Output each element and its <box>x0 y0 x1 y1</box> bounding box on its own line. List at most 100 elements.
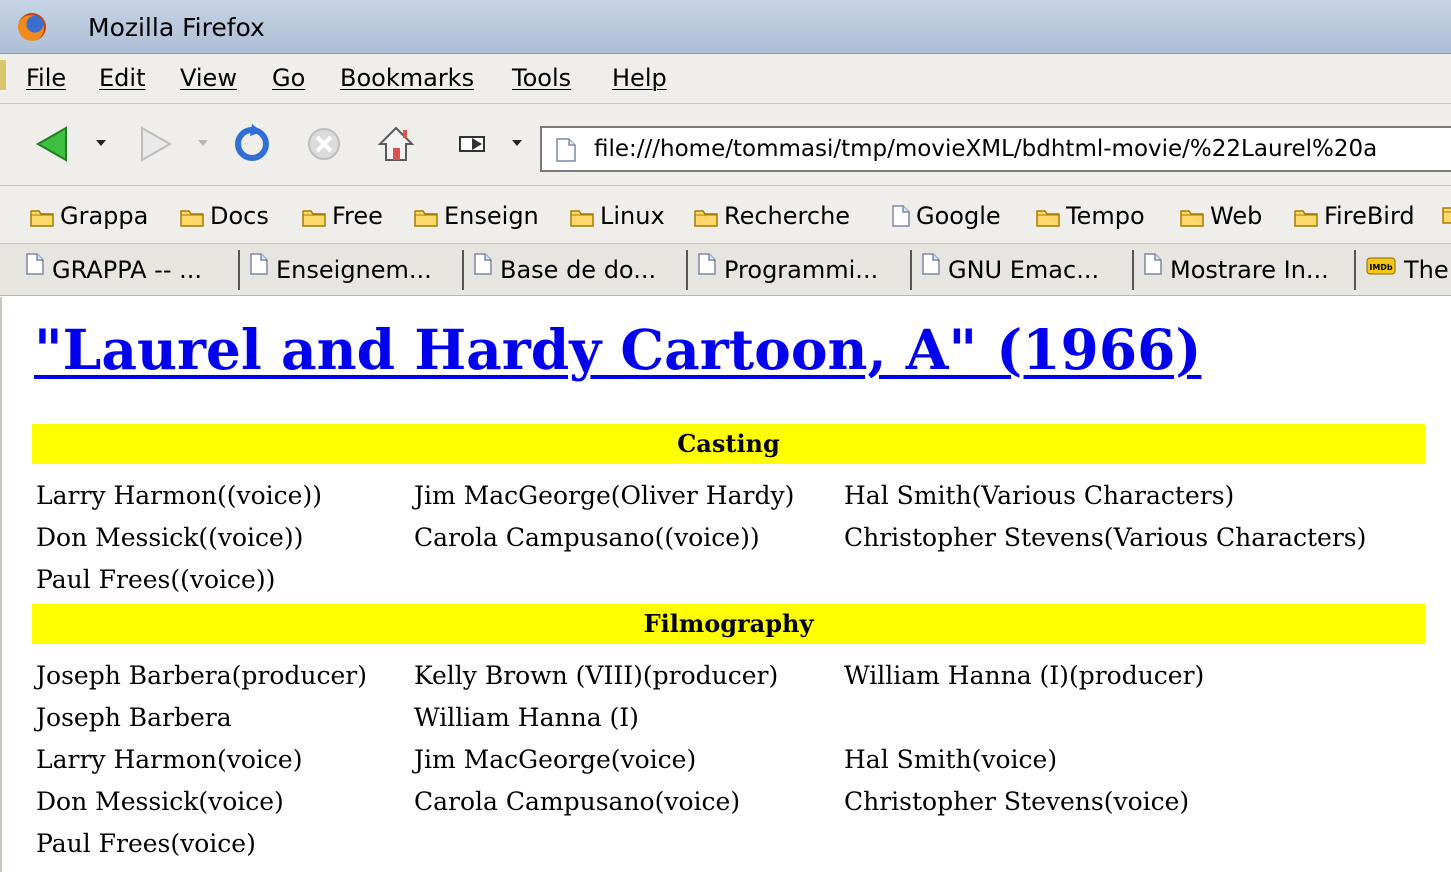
bookmark-label: FireBird <box>1324 202 1415 230</box>
page-title-link[interactable]: "Laurel and Hardy Cartoon, A" (1966) <box>34 317 1201 382</box>
filmography-entry: Carola Campusano(voice) <box>414 787 741 816</box>
menu-bookmarks[interactable]: Bookmarks <box>340 64 474 92</box>
tab-6[interactable]: Mostrare In... <box>1134 250 1356 290</box>
filmography-entry: William Hanna (I)(producer) <box>844 661 1205 690</box>
casting-entry: Don Messick((voice)) <box>36 523 304 552</box>
bookmark-label: Docs <box>210 202 269 230</box>
back-history-dropdown-icon[interactable] <box>96 140 106 146</box>
tab-4[interactable]: Programmi... <box>688 250 912 290</box>
filmography-entry: Joseph Barbera <box>36 703 232 732</box>
page-content: "Laurel and Hardy Cartoon, A" (1966) Cas… <box>0 297 1451 872</box>
go-dropdown-icon[interactable] <box>512 140 522 146</box>
filmography-entry: Joseph Barbera(producer) <box>36 661 367 690</box>
tab-1[interactable]: GRAPPA -- ... <box>16 250 240 290</box>
casting-header: Casting <box>32 424 1425 464</box>
bookmark-label: Grappa <box>60 202 149 230</box>
bookmark-overflow-folder-icon[interactable] <box>1442 202 1451 230</box>
filmography-entry: William Hanna (I) <box>414 703 639 732</box>
bookmark-grappa[interactable]: Grappa <box>30 202 148 233</box>
menu-edit[interactable]: Edit <box>99 64 145 92</box>
home-icon[interactable] <box>376 124 416 164</box>
filmography-entry: Larry Harmon(voice) <box>36 745 303 774</box>
window-title-bar: Mozilla Firefox <box>0 0 1451 54</box>
page-icon <box>892 205 910 233</box>
bookmark-linux[interactable]: Linux <box>570 202 665 233</box>
filmography-header: Filmography <box>32 604 1425 644</box>
menu-go[interactable]: Go <box>272 64 305 92</box>
filmography-entry: Christopher Stevens(voice) <box>844 787 1190 816</box>
go-icon[interactable] <box>452 124 492 164</box>
page-icon <box>556 138 576 162</box>
bookmark-google[interactable]: Google <box>892 202 1001 233</box>
bookmark-label: Tempo <box>1066 202 1145 230</box>
menu-bar: File Edit View Go Bookmarks Tools Help <box>0 54 1451 104</box>
bookmark-web[interactable]: Web <box>1180 202 1262 233</box>
bookmarks-toolbar: Grappa Docs Free Enseign Linux Recherche Googl… <box>0 186 1451 244</box>
tab-label: Enseignem... <box>276 256 432 284</box>
svg-text:IMDb: IMDb <box>1369 263 1393 272</box>
menu-help[interactable]: Help <box>612 64 667 92</box>
window-edge-marker <box>0 60 6 90</box>
menu-file[interactable]: File <box>26 64 66 92</box>
page-icon <box>698 253 716 281</box>
page-icon <box>474 253 492 281</box>
casting-entry: Paul Frees((voice)) <box>36 565 276 594</box>
tab-7[interactable]: IMDb The <box>1356 250 1451 290</box>
tab-label: GRAPPA -- ... <box>52 256 203 284</box>
tab-2[interactable]: Enseignem... <box>240 250 464 290</box>
firefox-logo-icon <box>18 13 46 41</box>
forward-history-dropdown-icon[interactable] <box>198 140 208 146</box>
bookmark-free[interactable]: Free <box>302 202 383 233</box>
url-text: file:///home/tommasi/tmp/movieXML/bdhtml… <box>594 136 1378 162</box>
casting-entry: Christopher Stevens(Various Characters) <box>844 523 1367 552</box>
window-title: Mozilla Firefox <box>88 13 265 42</box>
bookmark-label: Enseign <box>444 202 539 230</box>
reload-icon[interactable] <box>232 124 272 164</box>
bookmark-label: Free <box>332 202 383 230</box>
stop-icon[interactable] <box>304 124 344 164</box>
casting-entry: Jim MacGeorge(Oliver Hardy) <box>414 481 795 510</box>
filmography-entry: Jim MacGeorge(voice) <box>414 745 697 774</box>
page-icon <box>26 253 44 281</box>
imdb-icon: IMDb <box>1366 253 1396 281</box>
page-icon <box>922 253 940 281</box>
folder-icon <box>180 205 204 233</box>
filmography-entry: Don Messick(voice) <box>36 787 284 816</box>
bookmark-docs[interactable]: Docs <box>180 202 269 233</box>
menu-view[interactable]: View <box>180 64 237 92</box>
bookmark-tempo[interactable]: Tempo <box>1036 202 1145 233</box>
bookmark-firebird[interactable]: FireBird <box>1294 202 1415 233</box>
casting-entry: Hal Smith(Various Characters) <box>844 481 1235 510</box>
tab-label: Programmi... <box>724 256 879 284</box>
page-icon <box>1144 253 1162 281</box>
url-bar[interactable]: file:///home/tommasi/tmp/movieXML/bdhtml… <box>540 126 1451 172</box>
page-icon <box>250 253 268 281</box>
tab-5[interactable]: GNU Emac... <box>912 250 1134 290</box>
forward-arrow-icon[interactable] <box>136 124 176 164</box>
casting-entry: Carola Campusano((voice)) <box>414 523 760 552</box>
bookmark-recherche[interactable]: Recherche <box>694 202 850 233</box>
bookmark-label: Google <box>916 202 1001 230</box>
bookmark-enseign[interactable]: Enseign <box>414 202 539 233</box>
folder-icon <box>570 205 594 233</box>
tab-label: The <box>1404 256 1449 284</box>
menu-tools[interactable]: Tools <box>512 64 571 92</box>
folder-icon <box>1294 205 1318 233</box>
tab-3[interactable]: Base de do... <box>464 250 688 290</box>
filmography-entry: Kelly Brown (VIII)(producer) <box>414 661 779 690</box>
tab-bar: GRAPPA -- ... Enseignem... Base de do... Pr… <box>0 244 1451 296</box>
folder-icon <box>302 205 326 233</box>
folder-icon <box>1180 205 1204 233</box>
back-arrow-icon[interactable] <box>32 124 72 164</box>
tab-label: GNU Emac... <box>948 256 1100 284</box>
bookmark-label: Recherche <box>724 202 851 230</box>
navigation-toolbar: file:///home/tommasi/tmp/movieXML/bdhtml… <box>0 104 1451 186</box>
filmography-entry: Hal Smith(voice) <box>844 745 1058 774</box>
casting-entry: Larry Harmon((voice)) <box>36 481 322 510</box>
filmography-entry: Paul Frees(voice) <box>36 829 256 858</box>
tab-label: Base de do... <box>500 256 657 284</box>
folder-icon <box>1036 205 1060 233</box>
folder-icon <box>30 205 54 233</box>
bookmark-label: Web <box>1210 202 1263 230</box>
bookmark-label: Linux <box>600 202 665 230</box>
